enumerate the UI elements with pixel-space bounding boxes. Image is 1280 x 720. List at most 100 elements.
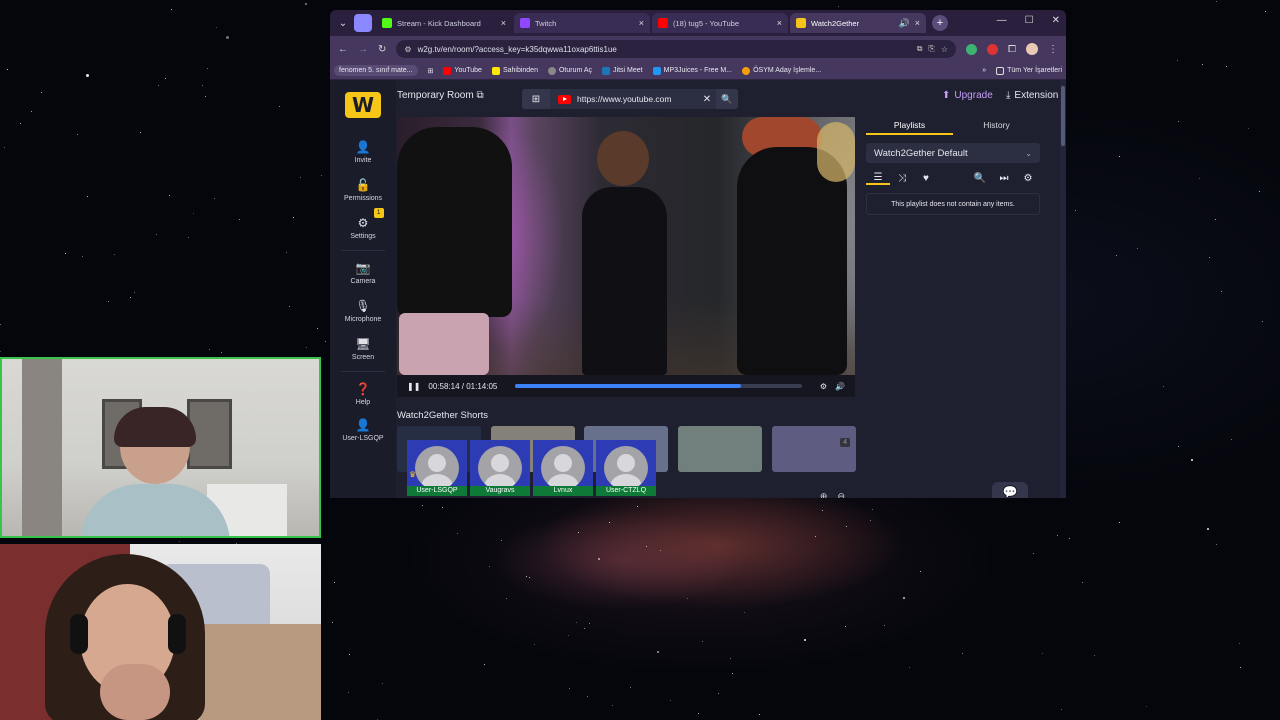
star — [165, 78, 167, 80]
star — [629, 686, 631, 688]
chat-icon[interactable]: 💬 — [992, 482, 1028, 498]
skip-icon[interactable]: ⏭ — [992, 173, 1016, 184]
tab-group-icon[interactable] — [354, 14, 372, 32]
avatar — [415, 446, 459, 490]
site-info-icon[interactable]: ⚙ — [404, 45, 411, 54]
bookmark-osym[interactable]: ÖSYM Aday İşlemle... — [742, 66, 821, 75]
bookmark-sahibinden[interactable]: Sahibinden — [491, 66, 538, 75]
pause-icon[interactable]: ❚❚ — [407, 382, 420, 391]
sidebar-item-settings[interactable]: ⚙ 1 Settings — [350, 208, 384, 240]
short-card[interactable]: 4 — [772, 426, 856, 472]
sidebar-item-invite[interactable]: 👤 Invite — [355, 140, 372, 164]
bookmarks-folder[interactable]: Tüm Yer İşaretleri — [996, 66, 1062, 75]
tab-watch2gether[interactable]: Watch2Gether 🔊 × — [790, 13, 926, 33]
divider — [341, 371, 385, 372]
extension-icon[interactable] — [966, 43, 977, 55]
webcam-person — [100, 664, 170, 720]
close-window-icon[interactable]: ✕ — [1052, 15, 1060, 26]
sidebar-item-user[interactable]: 👤 User-LSGQP — [342, 418, 383, 442]
tab-twitch[interactable]: Twitch × — [514, 13, 650, 33]
tab-youtube[interactable]: (18) tug5 - YouTube × — [652, 13, 788, 33]
shorts-count-badge: 4 — [840, 438, 850, 447]
zoom-in-icon[interactable]: ⊕ — [820, 491, 828, 498]
copy-icon[interactable]: ⧉ — [476, 90, 483, 101]
bookmark-jitsi[interactable]: Jitsi Meet — [602, 66, 643, 75]
sidebar-item-microphone[interactable]: 🎙 Microphone — [345, 299, 382, 323]
apps-grid-icon[interactable]: ⊞ — [522, 89, 550, 109]
user-name: Vaugravs — [470, 486, 530, 496]
scrollbar[interactable] — [1060, 80, 1066, 498]
search-input[interactable]: https://www.youtube.com — [577, 94, 698, 104]
close-icon[interactable]: × — [777, 18, 782, 28]
install-icon[interactable]: ⎘ — [928, 44, 934, 54]
sidebar-item-camera[interactable]: 📷 Camera — [351, 261, 376, 285]
extension-button[interactable]: ⤓ Extension — [1006, 90, 1058, 101]
playlist-select-value: Watch2Gether Default — [874, 147, 968, 159]
sidebar-item-help[interactable]: ❓ Help — [356, 382, 371, 406]
user-tile[interactable]: User-CTZLQ — [596, 440, 656, 496]
playlist-select[interactable]: Watch2Gether Default ⌄ — [866, 143, 1040, 163]
seek-bar[interactable] — [515, 384, 802, 388]
zoom-out-icon[interactable]: ⊖ — [837, 491, 845, 498]
room-title[interactable]: Temporary Room ⧉ — [397, 90, 484, 101]
more-bookmarks-icon[interactable]: » — [982, 67, 986, 74]
sidebar-item-permissions[interactable]: 🔓 Permissions — [344, 178, 382, 202]
user-tile[interactable]: Vaugravs — [470, 440, 530, 496]
translate-icon[interactable]: ⧉ — [917, 44, 923, 54]
extensions-puzzle-icon[interactable]: ⧠ — [1008, 44, 1016, 55]
heart-icon[interactable]: ♥ — [914, 173, 938, 184]
profile-avatar[interactable] — [1026, 43, 1038, 55]
tab-kick[interactable]: Stream - Kick Dashboard × — [376, 13, 512, 33]
close-icon[interactable]: × — [639, 18, 644, 28]
forward-icon[interactable]: → — [358, 44, 368, 55]
reload-icon[interactable]: ↻ — [378, 44, 386, 55]
menu-icon[interactable]: ⋮ — [1048, 44, 1058, 55]
star — [158, 84, 160, 86]
maximize-icon[interactable]: ☐ — [1025, 15, 1034, 26]
url-input[interactable]: ⚙ w2g.tv/en/room/?access_key=k35dqwwa11o… — [396, 40, 956, 58]
video-player[interactable] — [397, 117, 855, 375]
star — [202, 85, 204, 87]
star — [732, 673, 734, 675]
user-tile[interactable]: ♛ User-LSGQP — [407, 440, 467, 496]
w2g-logo[interactable]: W — [345, 92, 381, 118]
back-icon[interactable]: ← — [338, 44, 348, 55]
scrollbar-thumb[interactable] — [1061, 86, 1065, 146]
star — [1119, 522, 1121, 524]
gear-icon[interactable]: ⚙ — [1016, 173, 1040, 184]
star-icon[interactable]: ☆ — [941, 45, 948, 54]
star — [168, 194, 170, 196]
minimize-icon[interactable]: — — [997, 15, 1007, 26]
bookmark-item[interactable]: fenomen 5. sınıf mate... — [334, 65, 418, 76]
tab-history[interactable]: History — [953, 117, 1040, 135]
star — [657, 651, 660, 654]
short-card[interactable] — [678, 426, 762, 472]
video-figure — [597, 131, 649, 186]
bookmark-youtube[interactable]: YouTube — [443, 66, 482, 75]
star — [193, 212, 195, 214]
apps-icon[interactable]: ⊞ — [428, 67, 434, 75]
speaker-icon[interactable]: 🔊 — [899, 18, 910, 29]
search-icon[interactable]: 🔍 — [716, 89, 738, 109]
tab-playlists[interactable]: Playlists — [866, 117, 953, 135]
tab-search-icon[interactable]: ⌄ — [334, 14, 352, 32]
video-figure — [397, 127, 512, 317]
close-icon[interactable]: × — [915, 18, 920, 28]
extension-icon[interactable] — [987, 43, 998, 55]
list-icon[interactable]: ☰ — [866, 172, 890, 185]
upgrade-button[interactable]: ⬆ Upgrade — [942, 90, 993, 101]
star — [1145, 706, 1147, 708]
volume-icon[interactable]: 🔊 — [835, 382, 845, 391]
clear-icon[interactable]: ✕ — [698, 94, 716, 105]
search-icon[interactable]: 🔍 — [968, 173, 992, 184]
shuffle-icon[interactable]: ⤨ — [890, 173, 914, 184]
new-tab-button[interactable]: + — [932, 15, 948, 31]
settings-icon[interactable]: ⚙ — [820, 382, 827, 391]
close-icon[interactable]: × — [501, 18, 506, 28]
sidebar-item-screen[interactable]: 🖥 Screen — [352, 337, 374, 361]
user-tile[interactable]: Lvnux — [533, 440, 593, 496]
star — [870, 520, 872, 522]
bookmark-mp3juices[interactable]: MP3Juices - Free M... — [652, 66, 732, 75]
bookmark-oturum[interactable]: Oturum Aç — [547, 66, 592, 75]
camera-icon: 📷 — [355, 261, 371, 275]
